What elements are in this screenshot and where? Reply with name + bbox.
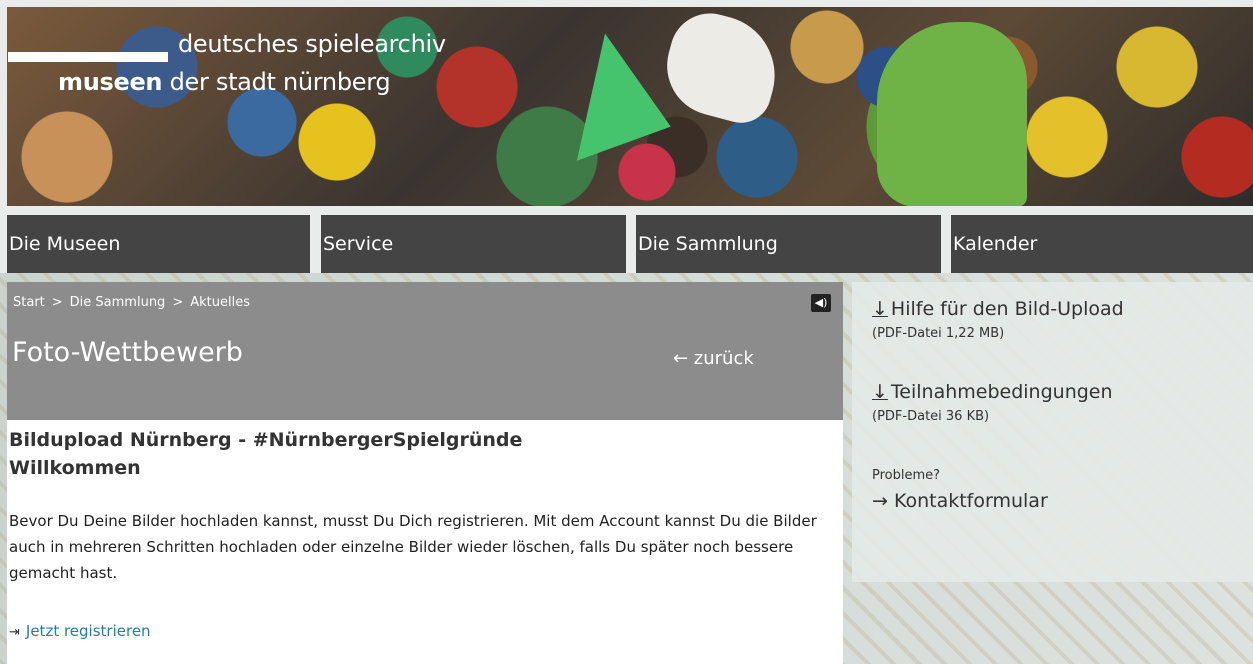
- heading-line-2: Willkommen: [9, 457, 141, 479]
- download-terms-meta: (PDF-Datei 36 KB): [872, 409, 990, 424]
- register-link[interactable]: ⇥ Jetzt registrieren: [9, 622, 151, 640]
- download-help[interactable]: ↓ Hilfe für den Bild-Upload (PDF-Datei 1,…: [872, 298, 1124, 341]
- back-link[interactable]: ← zurück: [673, 348, 754, 369]
- download-arrow-icon: ↓: [872, 298, 888, 320]
- register-link-label: Jetzt registrieren: [25, 622, 151, 640]
- contact-form-link[interactable]: → Kontaktformular: [872, 490, 1048, 512]
- banner-white-hand: [655, 7, 789, 130]
- logo-bar: [8, 52, 168, 62]
- breadcrumb-die-sammlung[interactable]: Die Sammlung: [70, 295, 166, 310]
- sidebar: ↓ Hilfe für den Bild-Upload (PDF-Datei 1,…: [852, 282, 1253, 582]
- nav-item-die-sammlung[interactable]: Die Sammlung: [636, 215, 941, 273]
- download-help-link[interactable]: ↓ Hilfe für den Bild-Upload: [872, 298, 1124, 320]
- download-arrow-icon: ↓: [872, 381, 888, 403]
- breadcrumb: Start > Die Sammlung > Aktuelles: [13, 295, 250, 310]
- logo-line-1[interactable]: deutsches spielearchiv: [178, 30, 446, 58]
- nav-item-die-museen[interactable]: Die Museen: [7, 215, 310, 273]
- heading-line-1: Bildupload Nürnberg - #NürnbergerSpielgr…: [9, 429, 523, 451]
- problems-label: Probleme?: [872, 468, 941, 483]
- intro-paragraph: Bevor Du Deine Bilder hochladen kannst, …: [9, 512, 817, 582]
- nav-item-service[interactable]: Service: [321, 215, 626, 273]
- download-terms[interactable]: ↓ Teilnahmebedingungen (PDF-Datei 36 KB): [872, 381, 1113, 424]
- download-terms-label: Teilnahmebedingungen: [890, 381, 1113, 403]
- download-terms-link[interactable]: ↓ Teilnahmebedingungen: [872, 381, 1113, 403]
- breadcrumb-start[interactable]: Start: [13, 295, 45, 310]
- download-help-label: Hilfe für den Bild-Upload: [890, 298, 1124, 320]
- logo-bold: museen: [58, 68, 163, 96]
- content-heading: Bildupload Nürnberg - #NürnbergerSpielgr…: [9, 426, 522, 482]
- speaker-icon[interactable]: ◀): [811, 294, 831, 312]
- logo-rest: der stadt nürnberg: [162, 68, 391, 96]
- page-title: Foto-Wettbewerb: [12, 337, 243, 368]
- breadcrumb-aktuelles[interactable]: Aktuelles: [190, 295, 250, 310]
- nav-item-kalender[interactable]: Kalender: [951, 215, 1253, 273]
- banner-green-cone: [539, 23, 671, 161]
- page-header-panel: Start > Die Sammlung > Aktuelles ◀) Foto-Wet…: [7, 282, 843, 420]
- main-content: Bildupload Nürnberg - #NürnbergerSpielgr…: [7, 420, 843, 664]
- banner-green-piece: [877, 22, 1027, 206]
- login-icon: ⇥: [9, 625, 20, 640]
- download-help-meta: (PDF-Datei 1,22 MB): [872, 326, 1005, 341]
- logo-line-2[interactable]: museen der stadt nürnberg: [58, 68, 391, 96]
- breadcrumb-separator: >: [172, 295, 184, 310]
- breadcrumb-separator: >: [51, 295, 63, 310]
- main-nav: Die Museen Service Die Sammlung Kalender: [7, 215, 1253, 273]
